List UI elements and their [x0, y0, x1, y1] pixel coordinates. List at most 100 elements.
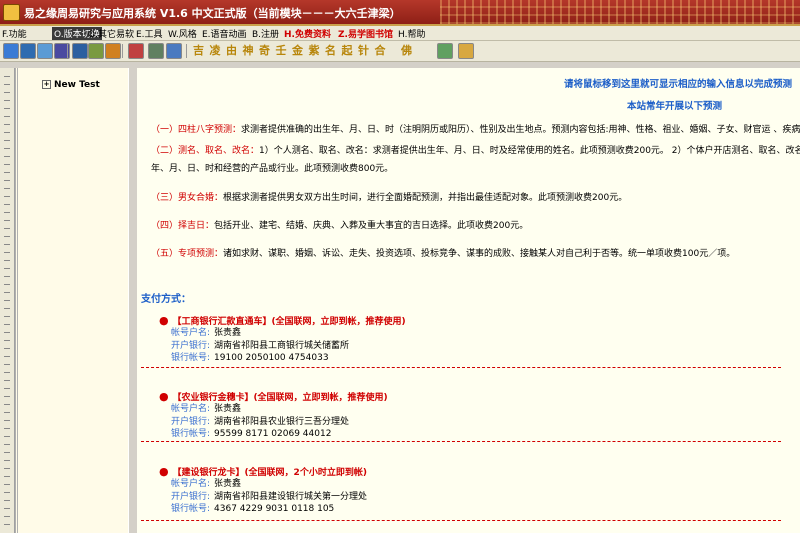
ruler-tick [4, 332, 10, 333]
menu-item-8[interactable]: Z.易学图书馆 [338, 27, 393, 40]
bullet-icon: ● [159, 390, 173, 403]
toolbar-module-button[interactable]: 起 [341, 43, 354, 58]
ruler-tick [4, 172, 10, 173]
menu-item-5[interactable]: E.语音动画 [202, 27, 247, 40]
ruler-tick [4, 468, 10, 469]
ruler-tick [4, 444, 10, 445]
menu-item-6[interactable]: B.注册 [252, 27, 279, 40]
ruler-tick [4, 460, 10, 461]
toolbar-button-9[interactable] [166, 43, 182, 59]
toolbar-button-8[interactable] [148, 43, 164, 59]
service-item: （五）专项预测：诸如求财、谋职、婚姻、诉讼、走失、投资选项、投标竞争、谋事的成败… [151, 246, 735, 259]
ruler-tick [4, 276, 10, 277]
ruler-tick [4, 420, 10, 421]
service-description: 1）个人测名、取名、改名：求测者提供出生年、月、日、时及经常使用的姓名。此项预测… [259, 146, 800, 156]
service-description: 诸如求财、谋职、婚姻、诉讼、走失、投资选项、投标竞争、谋事的成败、接触某人对自己… [223, 249, 736, 259]
ruler-tick [4, 340, 10, 341]
toolbar-separator [186, 44, 187, 58]
ruler-tick [4, 124, 10, 125]
field-value: 95599 8171 02069 44012 [214, 429, 332, 439]
title-bar-decoration [440, 0, 800, 24]
bullet-icon: ● [159, 465, 173, 478]
menu-item-7[interactable]: H.免费资料 [284, 27, 331, 40]
field-label: 帐号户名: [171, 479, 211, 489]
toolbar-module-button[interactable]: 凌 [209, 43, 222, 58]
service-item: 年、月、日、时和经营的产品或行业。此项预测收费800元。 [151, 161, 393, 174]
toolbar-module-button[interactable]: 针 [357, 43, 370, 58]
menu-item-0[interactable]: F.功能 [2, 27, 27, 40]
toolbar-button-4[interactable] [72, 43, 88, 59]
tree-panel: + New Test [15, 68, 131, 533]
field-label: 开户银行: [171, 416, 211, 427]
bank-field: 银行帐号: 19100 2050100 4754033 [171, 352, 779, 365]
toolbar-button-extra[interactable] [437, 43, 453, 59]
expand-icon[interactable]: + [42, 80, 51, 89]
ruler-tick [4, 324, 10, 325]
ruler-tick [4, 108, 10, 109]
ruler-tick [4, 308, 10, 309]
ruler-tick [4, 284, 10, 285]
toolbar-button-6[interactable] [105, 43, 121, 59]
toolbar-module-button[interactable]: 紫 [308, 43, 321, 58]
toolbar-module-button[interactable]: 由 [225, 43, 238, 58]
service-item: （一）四柱八字预测：求测者提供准确的出生年、月、日、时（注明阴历或阳历）、性别及… [151, 122, 800, 135]
bank-title: ● 【农业银行金穗卡】(全国联网，立即到帐，推荐使用) [159, 390, 388, 403]
service-heading: （五）专项预测： [151, 249, 224, 259]
toolbar-module-button[interactable]: 吉 [192, 43, 205, 58]
toolbar-module-button[interactable]: 名 [324, 43, 337, 58]
ruler-tick [4, 148, 10, 149]
toolbar-module-button[interactable]: 神 [242, 43, 255, 58]
ruler-tick [4, 524, 10, 525]
menu-item-4[interactable]: W.风格 [168, 27, 197, 40]
toolbar-button-extra[interactable] [458, 43, 474, 59]
ruler-tick [4, 364, 10, 365]
menu-item-2[interactable]: Q.其它易软 [88, 27, 134, 40]
toolbar-button-1[interactable] [20, 43, 36, 59]
toolbar-button-5[interactable] [88, 43, 104, 59]
toolbar-module-button[interactable]: 奇 [258, 43, 271, 58]
service-description: 根据求测者提供男女双方出生时间，进行全面婚配预测，并指出最佳适配对象。此项预测收… [223, 193, 628, 203]
bank-block: ● 【工商银行汇款直通车】(全国联网，立即到帐，推荐使用) 帐号户名: 张贵鑫 开户银… [159, 314, 779, 365]
ruler-tick [4, 292, 10, 293]
ruler-tick [4, 356, 10, 357]
field-label: 银行帐号: [171, 429, 211, 439]
toolbar-module-button[interactable]: 佛 [400, 43, 413, 58]
toolbar-button-0[interactable] [3, 43, 19, 59]
ruler-tick [4, 212, 10, 213]
toolbar-module-button[interactable]: 金 [291, 43, 304, 58]
app-icon[interactable] [3, 4, 20, 21]
ruler-tick [4, 404, 10, 405]
toolbar-module-button[interactable]: 合 [374, 43, 387, 58]
ruler-tick [4, 500, 10, 501]
field-value: 湖南省祁阳县工商银行城关储蓄所 [214, 340, 350, 351]
bank-block: ● 【农业银行金穗卡】(全国联网，立即到帐，推荐使用) 帐号户名: 张贵鑫 开户银行:… [159, 390, 779, 441]
ruler-tick [4, 180, 10, 181]
field-value: 湖南省祁阳县建设银行城关第一分理处 [214, 491, 368, 502]
toolbar-button-7[interactable] [128, 43, 144, 59]
payment-title: 支付方式： [141, 294, 191, 305]
menu-item-3[interactable]: E.工具 [136, 27, 163, 40]
ruler-tick [4, 484, 10, 485]
ruler-tick [4, 388, 10, 389]
dashed-divider [141, 441, 781, 442]
ruler-tick [4, 348, 10, 349]
field-value: 张贵鑫 [214, 404, 242, 414]
ruler-tick [4, 220, 10, 221]
ruler-tick [4, 132, 10, 133]
toolbar-button-2[interactable] [37, 43, 53, 59]
toolbar-separator [67, 44, 68, 58]
ruler-tick [4, 92, 10, 93]
field-value: 4367 4229 9031 0118 105 [214, 504, 335, 514]
bank-field: 开户银行: 湖南省祁阳县工商银行城关储蓄所 [171, 340, 779, 353]
toolbar-module-button[interactable]: 壬 [275, 43, 288, 58]
field-label: 银行帐号: [171, 504, 211, 514]
tree-node-root[interactable]: + New Test [42, 80, 100, 90]
ruler-tick [4, 396, 10, 397]
ruler-tick [4, 268, 10, 269]
menu-item-9[interactable]: H.帮助 [398, 27, 425, 40]
tree-node-label: New Test [54, 80, 100, 90]
field-value: 19100 2050100 4754033 [214, 353, 329, 363]
toolbar: 吉凌由神奇壬金紫名起针合佛 [0, 41, 800, 62]
service-description: 包括开业、建宅、结婚、庆典、入葬及重大事宜的吉日选择。此项收费200元。 [214, 221, 529, 231]
field-label: 开户银行: [171, 340, 211, 351]
